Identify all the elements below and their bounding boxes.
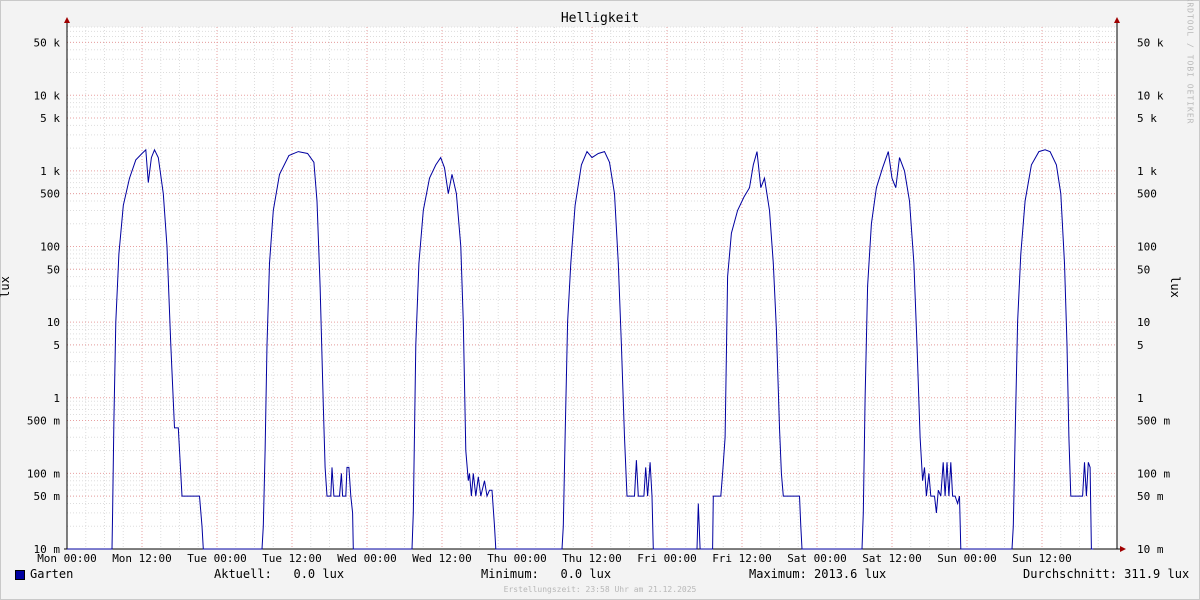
y-axis-label-right: lux xyxy=(1167,276,1182,298)
x-tick-label: Fri 12:00 xyxy=(712,552,772,565)
y-tick-label-right: 1 xyxy=(1137,392,1144,405)
stat-average: Durchschnitt: 311.9 lux xyxy=(1023,567,1190,581)
x-tick-label: Thu 00:00 xyxy=(487,552,547,565)
x-tick-label: Mon 00:00 xyxy=(37,552,97,565)
y-axis-label-left: lux xyxy=(0,276,12,298)
y-tick-label-right: 5 k xyxy=(1137,112,1157,125)
y-tick-label-right: 100 xyxy=(1137,241,1157,254)
stat-current: Aktuell: 0.0 lux xyxy=(214,567,345,581)
x-tick-label: Sat 00:00 xyxy=(787,552,847,565)
y-tick-label-left: 10 xyxy=(47,316,60,329)
x-tick-label: Wed 00:00 xyxy=(337,552,397,565)
y-tick-label-left: 1 xyxy=(53,392,60,405)
y-tick-label-right: 10 xyxy=(1137,316,1150,329)
y-tick-label-right: 100 m xyxy=(1137,467,1170,480)
y-tick-label-left: 100 m xyxy=(27,467,60,480)
x-tick-label: Sun 00:00 xyxy=(937,552,997,565)
y-tick-label-right: 10 m xyxy=(1137,543,1164,556)
y-tick-label-right: 500 m xyxy=(1137,415,1170,428)
y-tick-label-right: 50 xyxy=(1137,263,1150,276)
y-tick-label-left: 500 xyxy=(40,188,60,201)
x-tick-label: Sat 12:00 xyxy=(862,552,922,565)
y-tick-label-right: 1 k xyxy=(1137,165,1157,178)
x-tick-label: Fri 00:00 xyxy=(637,552,697,565)
legend-swatch-garten xyxy=(15,570,25,580)
chart-canvas: 10 m 10 m50 m 50 m100 m 100 m500 m 500 m1 15 5… xyxy=(27,17,1170,565)
y-tick-label-right: 5 xyxy=(1137,339,1144,352)
legend-series-name: Garten xyxy=(30,567,74,581)
y-tick-label-left: 50 xyxy=(47,263,60,276)
chart-title: Helligkeit xyxy=(560,11,640,26)
x-tick-label: Mon 12:00 xyxy=(112,552,172,565)
y-tick-label-left: 5 xyxy=(53,339,60,352)
rrdtool-watermark: RRDTOOL / TOBI OETIKER xyxy=(1185,0,1195,125)
y-tick-label-right: 50 m xyxy=(1137,490,1164,503)
x-tick-label: Wed 12:00 xyxy=(412,552,472,565)
stat-maximum: Maximum: 2013.6 lux xyxy=(749,567,887,581)
stat-minimum: Minimum: 0.0 lux xyxy=(481,567,612,581)
y-tick-label-right: 50 k xyxy=(1137,36,1164,49)
x-tick-label: Thu 12:00 xyxy=(562,552,622,565)
y-tick-label-left: 5 k xyxy=(40,112,60,125)
y-tick-label-right: 10 k xyxy=(1137,89,1164,102)
y-tick-label-left: 500 m xyxy=(27,415,60,428)
x-tick-label: Sun 12:00 xyxy=(1012,552,1072,565)
y-tick-label-left: 1 k xyxy=(40,165,60,178)
y-tick-label-left: 10 k xyxy=(34,89,61,102)
generation-timestamp: Erstellungszeit: 23:58 Uhr am 21.12.2025 xyxy=(503,585,697,594)
x-tick-label: Tue 12:00 xyxy=(262,552,322,565)
x-tick-label: Tue 00:00 xyxy=(187,552,247,565)
y-tick-label-left: 50 m xyxy=(34,490,61,503)
y-tick-label-left: 100 xyxy=(40,241,60,254)
y-tick-label-left: 50 k xyxy=(34,36,61,49)
x-axis-arrow xyxy=(1120,546,1126,552)
y-tick-label-right: 500 xyxy=(1137,188,1157,201)
